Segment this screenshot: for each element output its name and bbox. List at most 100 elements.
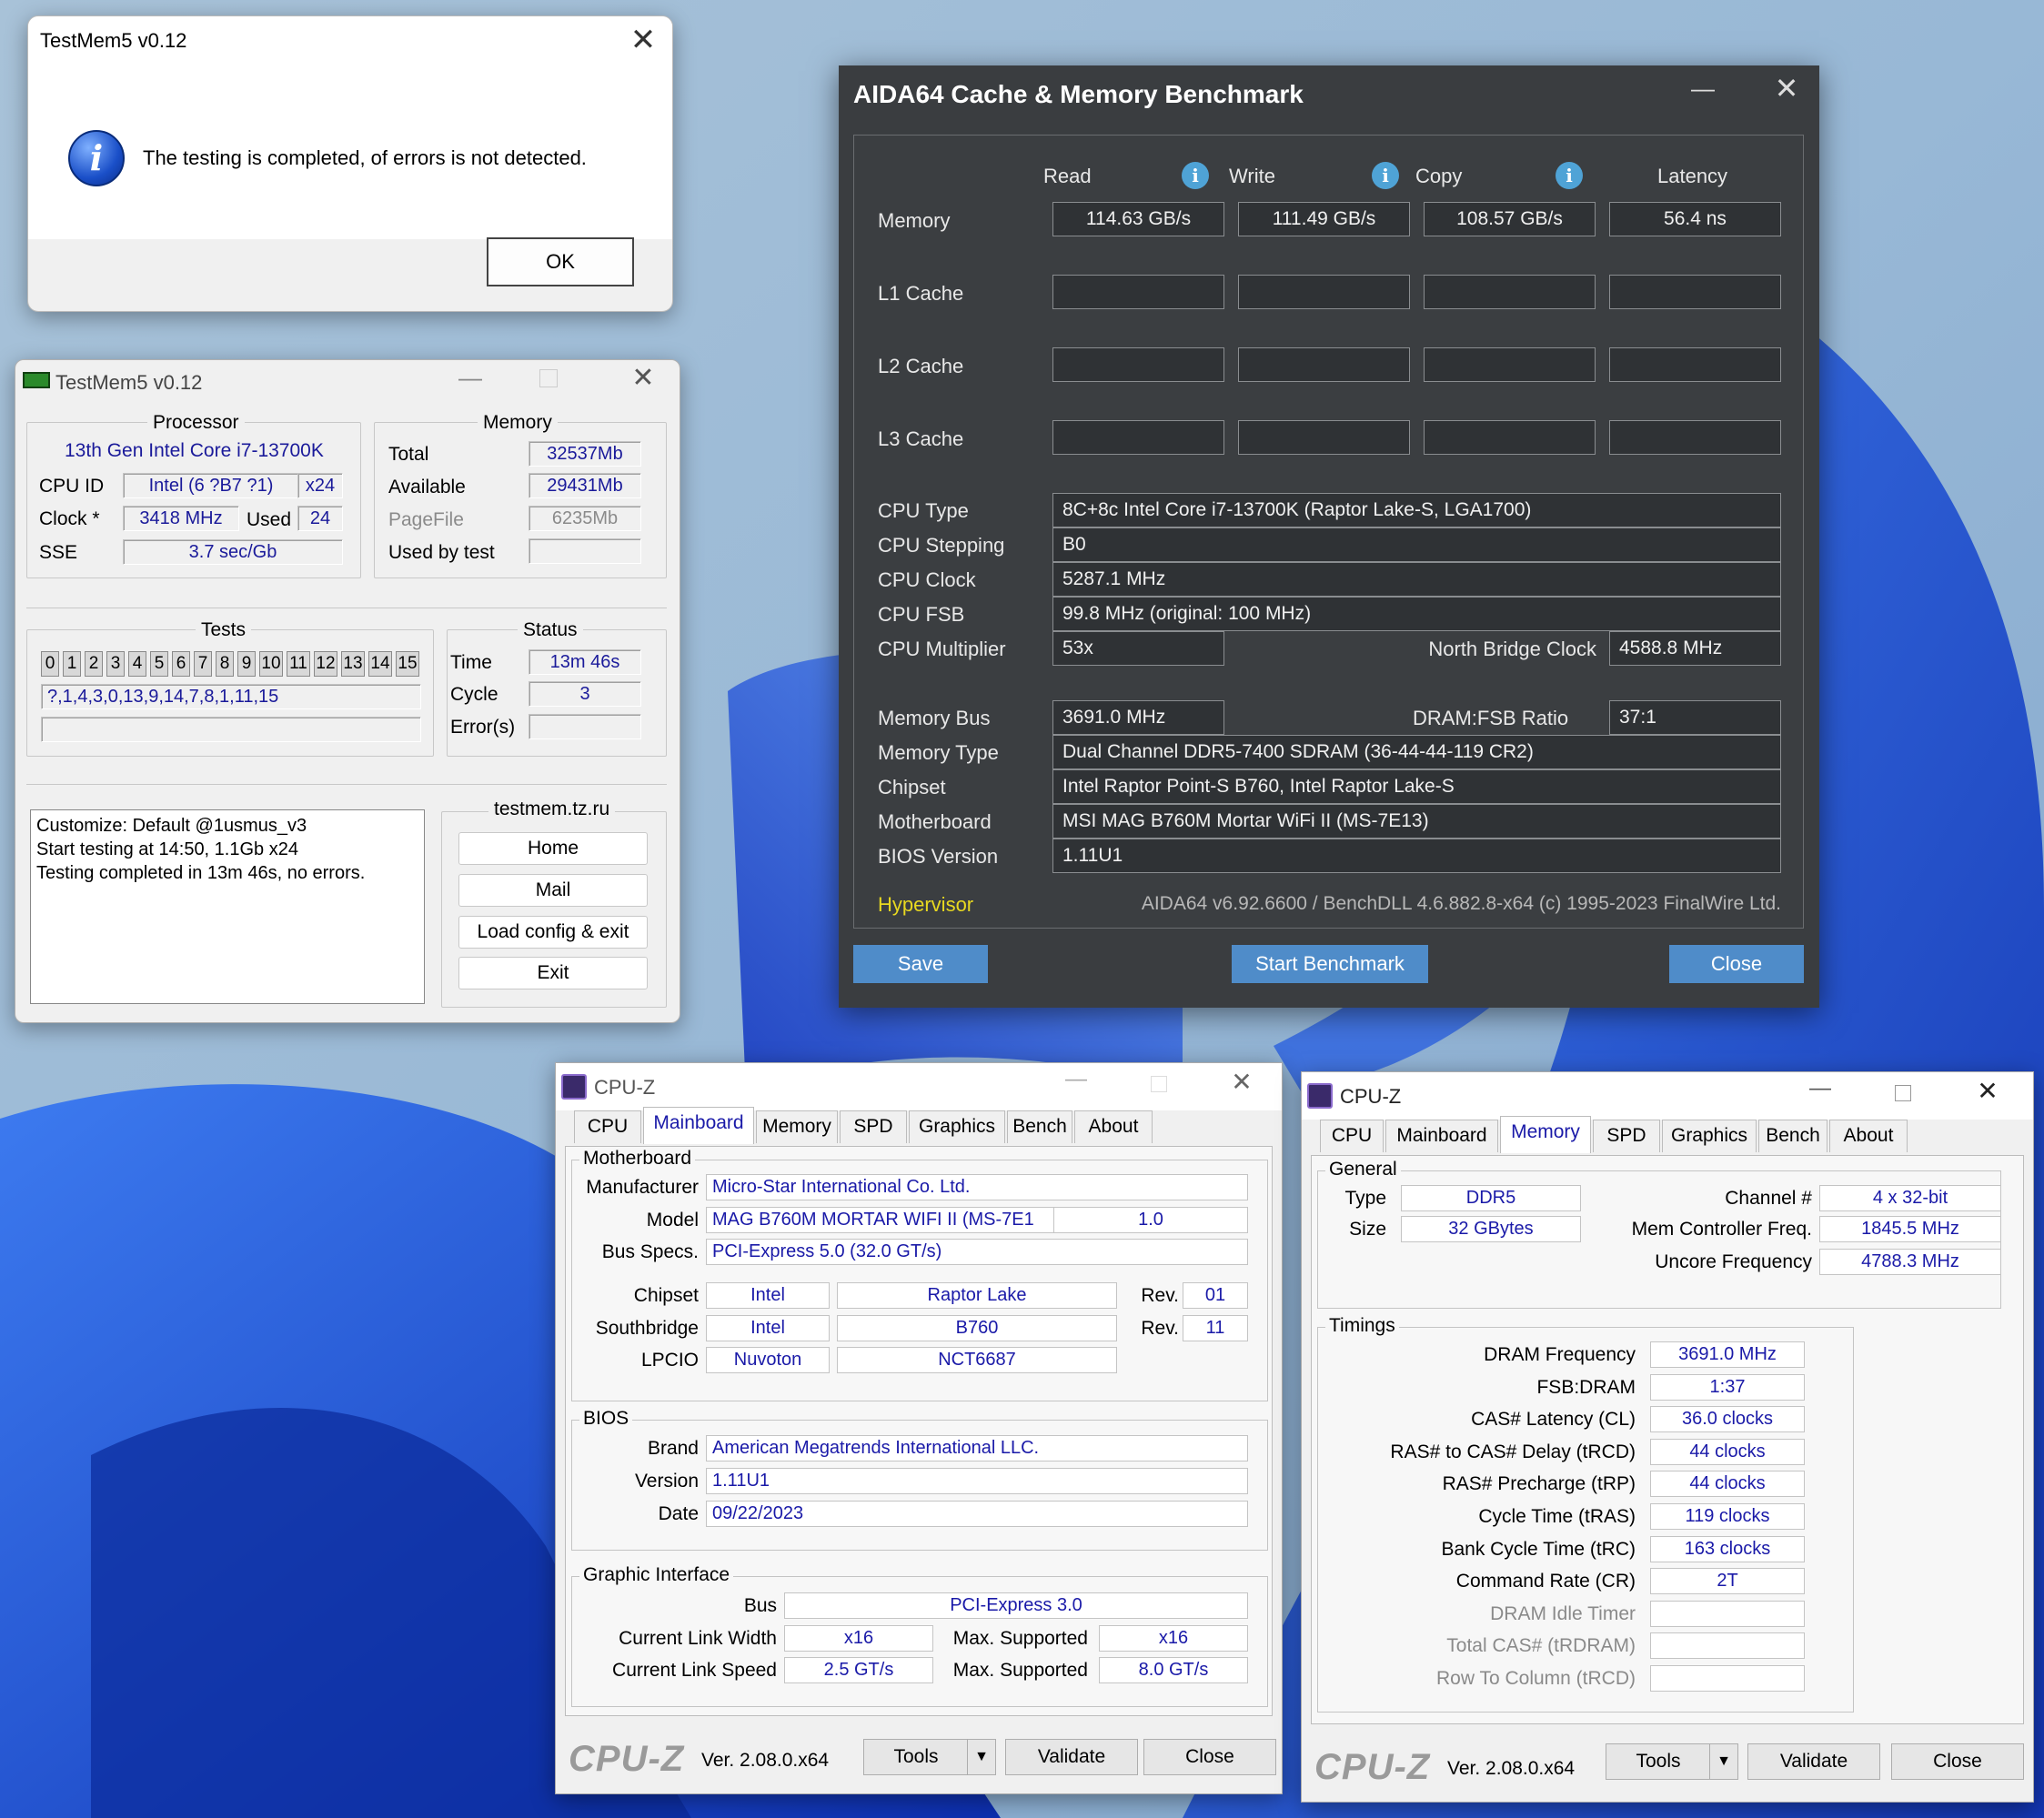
footer: CPU-Z Ver. 2.08.0.x64 Tools ▼ Validate C… (556, 1721, 1282, 1793)
window-title: TestMem5 v0.12 (55, 371, 203, 394)
processor-header: Processor (147, 412, 245, 434)
memory-read: 114.63 GB/s (1052, 202, 1224, 236)
tab-memory[interactable]: Memory (756, 1110, 838, 1143)
minimize-icon[interactable]: — (1800, 1076, 1840, 1101)
busspecs-label: Bus Specs. (601, 1241, 699, 1262)
home-button[interactable]: Home (458, 832, 648, 865)
tab-spd[interactable]: SPD (1593, 1120, 1660, 1152)
tools-dropdown-icon[interactable]: ▼ (1709, 1743, 1738, 1780)
validate-button[interactable]: Validate (1005, 1739, 1138, 1775)
tab-spd[interactable]: SPD (840, 1110, 907, 1143)
minimize-icon[interactable]: — (1056, 1067, 1096, 1092)
close-icon[interactable]: ✕ (623, 362, 663, 394)
l3-write (1238, 420, 1410, 455)
close-button[interactable]: Close (1143, 1739, 1276, 1775)
tab-memory[interactable]: Memory (1500, 1116, 1591, 1153)
tools-dropdown-icon[interactable]: ▼ (967, 1739, 996, 1775)
lpcio-name: NCT6687 (837, 1347, 1117, 1373)
cpu-threads: x24 (297, 473, 343, 498)
version-text: Ver. 2.08.0.x64 (701, 1750, 830, 1771)
available-value: 29431Mb (529, 473, 641, 498)
tab-cpu[interactable]: CPU (1320, 1120, 1384, 1152)
close-button[interactable]: Close (1669, 945, 1804, 983)
close-icon[interactable]: ✕ (1222, 1067, 1262, 1097)
cpu-multiplier: 53x (1052, 631, 1224, 666)
dialog-message: The testing is completed, of errors is n… (143, 146, 587, 169)
tab-graphics[interactable]: Graphics (1662, 1120, 1757, 1152)
mainboard-page: Motherboard Manufacturer Micro-Star Inte… (565, 1146, 1273, 1716)
hypervisor-label: Hypervisor (878, 893, 974, 916)
exit-button[interactable]: Exit (458, 957, 648, 989)
cpu-id-label: CPU ID (39, 476, 105, 497)
tab-cpu[interactable]: CPU (574, 1110, 641, 1143)
maximize-icon[interactable] (1151, 1076, 1167, 1092)
test-number-box: 6 (172, 651, 190, 677)
cpu-stepping: B0 (1052, 527, 1781, 562)
title-bar: CPU-Z — ✕ (556, 1063, 1282, 1110)
ok-button[interactable]: OK (487, 237, 634, 286)
timing-label: Cycle Time (tRAS) (1478, 1506, 1636, 1527)
size-label: Size (1349, 1219, 1386, 1240)
tools-button[interactable]: Tools (863, 1739, 969, 1775)
l2-latency (1609, 347, 1781, 382)
cpu-multiplier-label: CPU Multiplier (878, 638, 1006, 660)
benchmark-panel: Read i Write i Copy i Latency Memory 114… (853, 135, 1804, 929)
link-width-value: x16 (784, 1625, 933, 1652)
minimize-icon[interactable]: — (1683, 75, 1723, 103)
cpu-name: 13th Gen Intel Core i7-13700K (65, 440, 324, 461)
dram-ratio: 37:1 (1609, 700, 1781, 735)
timing-value: 2T (1650, 1568, 1805, 1595)
memory-copy: 108.57 GB/s (1424, 202, 1596, 236)
title-bar: AIDA64 Cache & Memory Benchmark — ✕ (839, 65, 1819, 129)
busspecs-value: PCI-Express 5.0 (32.0 GT/s) (706, 1239, 1248, 1265)
log-line: Customize: Default @1usmus_v3 (36, 816, 307, 836)
max-speed-label: Max. Supported (952, 1660, 1088, 1681)
tab-about[interactable]: About (1074, 1110, 1153, 1143)
validate-button[interactable]: Validate (1747, 1743, 1880, 1780)
manufacturer-label: Manufacturer (586, 1177, 699, 1198)
cpu-id-value: Intel (6 ?B7 ?1) (123, 473, 299, 498)
test-number-strip: 0 1 2 3 4 5 6 7 8 9 10 11 12 13 14 15 (41, 651, 432, 678)
chipset-label: Chipset (633, 1285, 699, 1306)
log-box[interactable]: Customize: Default @1usmus_v3 Start test… (30, 809, 425, 1004)
test-number-box: 0 (41, 651, 59, 677)
cpuz-app-icon (1307, 1083, 1333, 1109)
minimize-icon[interactable]: — (450, 364, 490, 392)
tab-mainboard[interactable]: Mainboard (643, 1107, 754, 1144)
close-icon[interactable]: ✕ (621, 20, 665, 60)
timing-value (1650, 1665, 1805, 1692)
close-icon[interactable]: ✕ (1968, 1076, 2008, 1106)
memory-bus: 3691.0 MHz (1052, 700, 1224, 735)
tab-graphics[interactable]: Graphics (909, 1110, 1005, 1143)
read-info-icon[interactable]: i (1182, 162, 1209, 189)
start-benchmark-button[interactable]: Start Benchmark (1232, 945, 1428, 983)
maximize-icon[interactable] (1895, 1085, 1911, 1101)
chipset-vendor: Intel (706, 1282, 830, 1309)
write-info-icon[interactable]: i (1372, 162, 1399, 189)
test-number-box: 3 (106, 651, 125, 677)
version-label: Version (634, 1471, 699, 1492)
timing-value: 1:37 (1650, 1373, 1805, 1401)
cpu-fsb-label: CPU FSB (878, 603, 965, 626)
save-button[interactable]: Save (853, 945, 988, 983)
copy-info-icon[interactable]: i (1556, 162, 1583, 189)
timing-value: 44 clocks (1650, 1471, 1805, 1498)
tab-bench[interactable]: Bench (1758, 1120, 1828, 1152)
timing-label: Command Rate (CR) (1455, 1571, 1636, 1592)
chipset-rev: 01 (1183, 1282, 1248, 1309)
bios-label: BIOS Version (878, 845, 999, 868)
test-number-box: 11 (287, 651, 310, 677)
bus-label: Bus (743, 1595, 777, 1616)
log-line: Start testing at 14:50, 1.1Gb x24 (36, 839, 298, 859)
tools-button[interactable]: Tools (1606, 1743, 1711, 1780)
tab-mainboard[interactable]: Mainboard (1385, 1120, 1498, 1152)
mail-button[interactable]: Mail (458, 874, 648, 907)
close-icon[interactable]: ✕ (1767, 71, 1807, 105)
tab-about[interactable]: About (1829, 1120, 1908, 1152)
maximize-icon[interactable] (539, 369, 558, 387)
brand-label: Brand (647, 1438, 699, 1459)
close-button[interactable]: Close (1891, 1743, 2024, 1780)
load-config-exit-button[interactable]: Load config & exit (458, 916, 648, 949)
cpu-type: 8C+8c Intel Core i7-13700K (Raptor Lake-… (1052, 493, 1781, 527)
tab-bench[interactable]: Bench (1007, 1110, 1072, 1143)
